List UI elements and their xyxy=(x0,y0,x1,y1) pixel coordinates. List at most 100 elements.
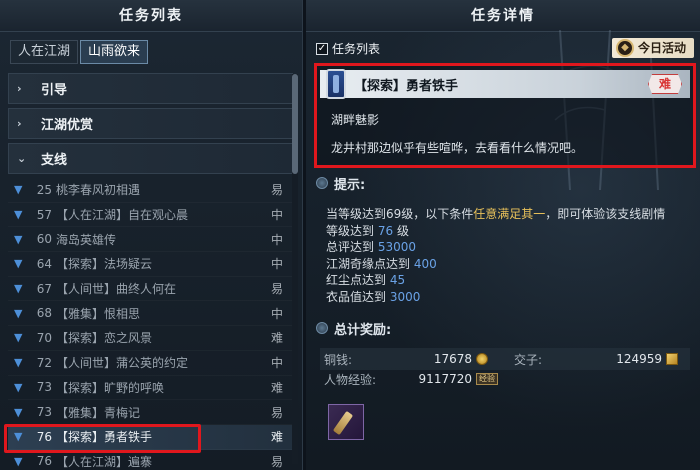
quest-level: 60 xyxy=(36,232,52,247)
quest-name: 海岛英雄传 xyxy=(56,232,117,247)
quest-list-panel: 任务列表 人在江湖 山雨欲来 › 引导 › 江湖优赏 ⌄ 支线 ▼ 25 桃李春风初… xyxy=(0,0,303,470)
copper-coin-icon xyxy=(476,353,488,365)
quest-marker-icon: ▼ xyxy=(14,380,23,394)
quest-difficulty: 中 xyxy=(270,306,283,321)
requirement-row: 江湖奇缘点达到 400 xyxy=(326,256,696,273)
quest-row[interactable]: ▼ 57 【人在江湖】自在观心晨 中 xyxy=(8,203,292,228)
reward-exp: 人物经验: 9117720 经验 xyxy=(324,368,498,390)
quest-level: 67 xyxy=(36,281,52,296)
category-label: 支线 xyxy=(41,153,68,168)
quest-list-title: 任务列表 xyxy=(0,0,302,32)
req-label: 江湖奇缘点达到 xyxy=(326,256,411,271)
exp-icon: 经验 xyxy=(476,373,498,385)
quest-row[interactable]: ▼ 73 【雅集】青梅记 易 xyxy=(8,400,292,425)
quest-categories: › 引导 › 江湖优赏 ⌄ 支线 xyxy=(8,73,293,178)
tips-label: 提示: xyxy=(334,177,366,193)
req-value: 53000 xyxy=(377,240,417,254)
quest-row[interactable]: ▼ 60 海岛英雄传 中 xyxy=(8,227,292,252)
req-label: 总评达到 xyxy=(326,240,375,254)
quest-difficulty: 中 xyxy=(270,257,283,272)
req-value: 45 xyxy=(389,273,406,287)
category-bounty[interactable]: › 江湖优赏 xyxy=(8,108,293,139)
quest-difficulty: 易 xyxy=(270,282,283,297)
exp-label: 人物经验: xyxy=(324,372,377,387)
quest-marker-icon: ▼ xyxy=(14,430,23,444)
quest-name: 【人间世】蒲公英的约定 xyxy=(56,356,189,371)
quest-difficulty: 中 xyxy=(270,356,283,371)
quest-level: 70 xyxy=(36,330,52,345)
quest-marker-icon: ▼ xyxy=(14,356,23,370)
quest-card-header: 【探索】勇者铁手 难 xyxy=(320,69,690,99)
quest-marker-icon: ▼ xyxy=(14,282,23,296)
quest-difficulty: 难 xyxy=(270,331,283,346)
quest-detail-panel: 任务详情 ✓ 任务列表 ◆ 今日活动 【探索】勇者铁手 难 湖畔魅影 龙井村那边… xyxy=(306,0,700,470)
quest-name: 【探索】恋之风景 xyxy=(56,331,153,346)
req-value: 400 xyxy=(413,256,437,271)
requirement-row: 总评达到 53000 xyxy=(326,239,696,256)
scrollbar-thumb[interactable] xyxy=(292,74,298,174)
quest-level: 76 xyxy=(36,429,52,444)
quest-difficulty: 易 xyxy=(270,183,283,198)
difficulty-badge: 难 xyxy=(648,74,682,94)
quest-marker-icon: ▼ xyxy=(14,331,23,345)
req-label: 红尘点达到 xyxy=(326,273,387,287)
reward-section-header: 总计奖励: xyxy=(316,318,391,338)
copper-label: 铜钱: xyxy=(324,352,353,367)
intro-text-end: ，即可体验该支线剧情 xyxy=(545,207,666,221)
daily-activity-button[interactable]: ◆ 今日活动 xyxy=(611,38,694,58)
quest-row[interactable]: ▼ 72 【人间世】蒲公英的约定 中 xyxy=(8,351,292,376)
category-label: 江湖优赏 xyxy=(41,118,94,133)
quest-list-scrollbar[interactable] xyxy=(292,74,298,464)
quest-level: 64 xyxy=(36,256,52,271)
reward-label: 总计奖励: xyxy=(334,322,392,338)
req-label: 衣品值达到 xyxy=(326,289,387,304)
quest-difficulty: 难 xyxy=(270,380,283,395)
quest-marker-icon: ▼ xyxy=(14,405,23,419)
quest-name: 【雅集】恨相思 xyxy=(56,306,141,321)
quest-difficulty: 易 xyxy=(270,454,283,469)
requirements: 当等级达到69级，以下条件任意满足其一，即可体验该支线剧情 等级达到 76 级 … xyxy=(326,206,696,305)
note-value: 124959 xyxy=(616,352,662,366)
quest-marker-icon: ▼ xyxy=(14,232,23,246)
quest-difficulty: 中 xyxy=(270,208,283,223)
quest-row[interactable]: ▼ 67 【人间世】曲终人何在 易 xyxy=(8,277,292,302)
quest-row[interactable]: ▼ 70 【探索】恋之风景 难 xyxy=(8,326,292,351)
category-side-quests[interactable]: ⌄ 支线 xyxy=(8,143,293,174)
quest-level: 72 xyxy=(36,355,52,370)
requirement-row: 红尘点达到 45 xyxy=(326,272,696,289)
req-label: 等级达到 xyxy=(326,223,375,238)
chevron-right-icon: › xyxy=(17,117,22,130)
quest-name: 【雅集】青梅记 xyxy=(56,405,141,420)
reward-item-slot[interactable] xyxy=(328,404,364,440)
quest-difficulty: 中 xyxy=(270,232,283,247)
tab-shan-yu-yu-lai[interactable]: 山雨欲来 xyxy=(80,40,149,64)
quest-tabs: 人在江湖 山雨欲来 xyxy=(10,40,150,64)
quest-row[interactable]: ▼ 73 【探索】旷野的呼唤 难 xyxy=(8,376,292,401)
quest-name: 【探索】旷野的呼唤 xyxy=(56,380,165,395)
reward-note: 交子: 124959 xyxy=(514,348,678,370)
quest-row[interactable]: ▼ 76 【人在江湖】遍寨 易 xyxy=(8,450,292,470)
reward-copper: 铜钱: 17678 xyxy=(324,348,488,370)
quest-difficulty: 难 xyxy=(270,430,283,445)
quest-marker-icon: ▼ xyxy=(14,306,23,320)
quest-level: 68 xyxy=(36,306,52,321)
intro-highlight: 任意满足其一 xyxy=(473,207,546,221)
quest-level: 25 xyxy=(36,182,52,197)
requirement-row: 等级达到 76 级 xyxy=(326,223,696,240)
paper-money-icon xyxy=(666,353,678,365)
tab-ren-zai-jiang-hu[interactable]: 人在江湖 xyxy=(10,40,79,64)
quest-row[interactable]: ▼ 68 【雅集】恨相思 中 xyxy=(8,301,292,326)
checkbox[interactable]: ✓ xyxy=(316,42,328,55)
category-guide[interactable]: › 引导 xyxy=(8,73,293,104)
daily-activity-icon: ◆ xyxy=(615,39,634,57)
requirement-intro: 当等级达到69级，以下条件任意满足其一，即可体验该支线剧情 xyxy=(326,206,696,223)
quest-level: 73 xyxy=(36,380,52,395)
quest-list-toggle[interactable]: ✓ 任务列表 xyxy=(316,40,380,57)
tips-section-header: 提示: xyxy=(316,173,365,193)
quest-row[interactable]: ▼ 25 桃李春风初相遇 易 xyxy=(8,178,292,203)
selected-quest-card: 【探索】勇者铁手 难 湖畔魅影 龙井村那边似乎有些喧哗，去看看什么情况吧。 xyxy=(314,63,696,168)
quest-marker-icon: ▼ xyxy=(14,454,23,468)
quest-row[interactable]: ▼ 64 【探索】法场疑云 中 xyxy=(8,252,292,277)
quest-row-selected[interactable]: ▼ 76 【探索】勇者铁手 难 xyxy=(8,424,292,450)
req-suffix: 级 xyxy=(396,223,409,238)
